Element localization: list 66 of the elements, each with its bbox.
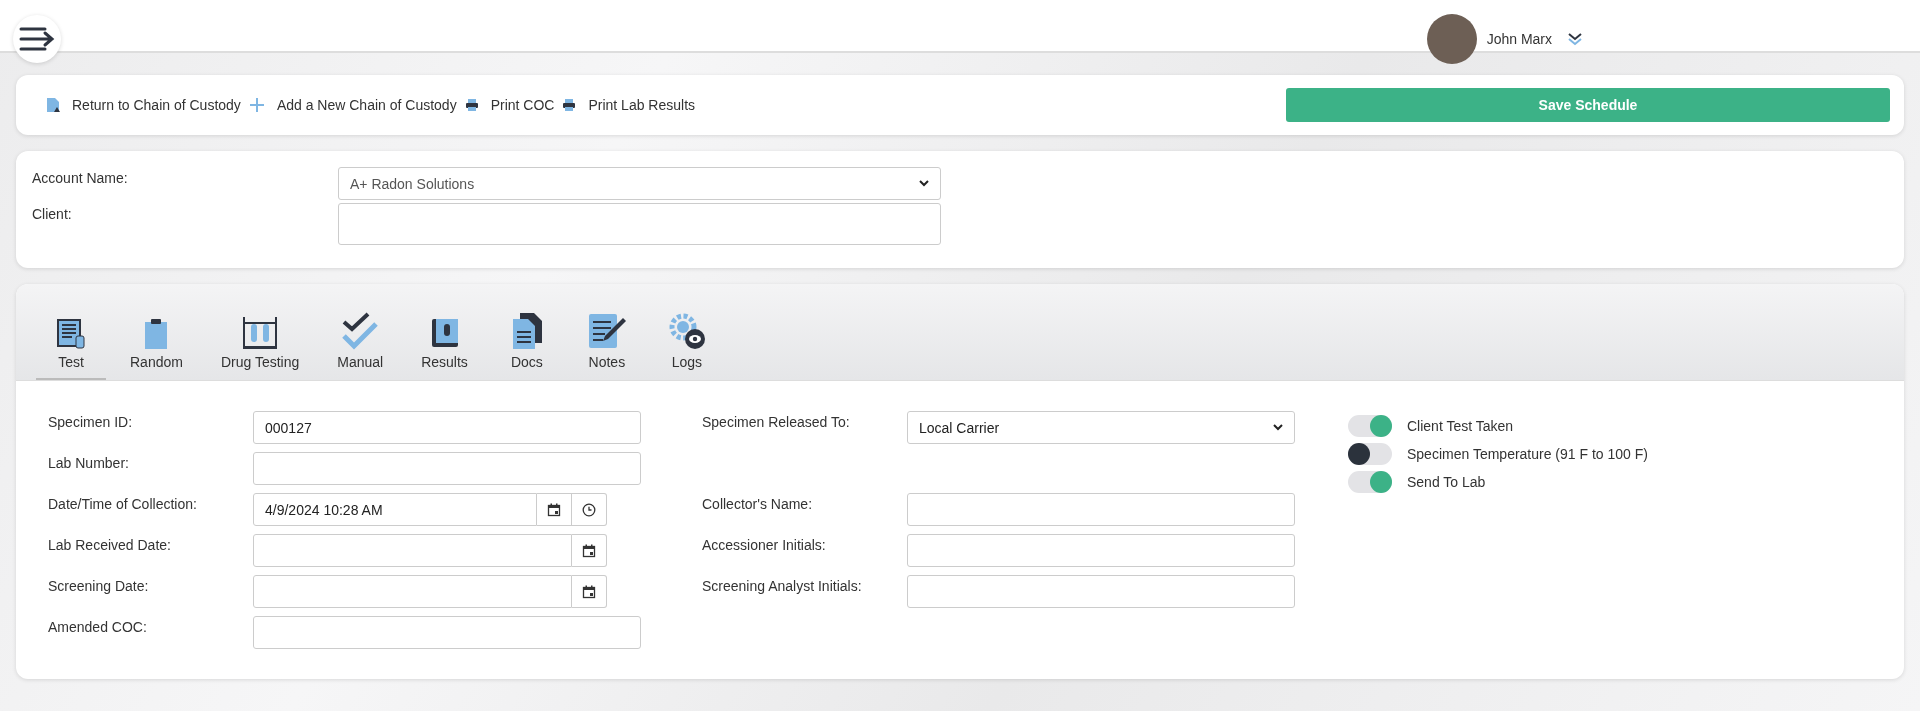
text-field[interactable] [907,534,1295,567]
toolbar-link[interactable]: Return to Chain of Custody [46,97,241,113]
field-label: Date/Time of Collection: [48,495,198,514]
tab[interactable]: Docs [491,306,562,380]
select-value: A+ Radon Solutions [350,175,475,192]
calendar-icon [547,502,561,517]
toggle-switch[interactable] [1348,471,1392,493]
toggle-label: Specimen Temperature (91 F to 100 F) [1407,446,1648,462]
tab[interactable]: Results [407,306,482,380]
field-label: Specimen ID: [48,413,134,432]
calendar-icon [582,543,596,558]
clock-icon [582,502,596,517]
toolbar-link[interactable]: Print COC [464,97,555,113]
document-tablet-icon [54,316,88,350]
double-check-icon [340,312,381,350]
notepad-pencil-icon [586,312,627,350]
toggle-label: Client Test Taken [1407,418,1514,434]
user-name[interactable]: John Marx [1486,31,1552,47]
select-value: Local Carrier [919,419,1000,436]
chevron-down-icon[interactable] [1568,32,1582,46]
toggle-switch[interactable] [1348,415,1392,437]
text-field[interactable] [253,452,641,485]
select-field[interactable]: Local Carrier [907,411,1295,444]
calendar-icon [582,584,596,599]
field-label: Specimen Released To: [702,413,851,432]
field-label: Accessioner Initials: [702,536,827,555]
date-field[interactable] [253,534,572,567]
tab[interactable]: Notes [571,306,642,380]
menu-button[interactable] [13,15,61,63]
field-label: Lab Number: [48,454,130,473]
field-label: Amended COC: [48,618,148,637]
toolbar-link[interactable]: Print Lab Results [562,97,696,113]
field-label: Screening Analyst Initials: [702,577,863,596]
text-field[interactable] [338,203,941,245]
calendar-button[interactable] [572,575,607,608]
text-field[interactable] [253,616,641,649]
field-label: Collector's Name: [702,495,814,514]
text-field[interactable] [907,493,1295,526]
tab[interactable]: Random [116,306,197,380]
menu-icon [19,26,55,52]
chevron-down-icon [1273,424,1283,431]
calendar-button[interactable] [537,493,572,526]
tab[interactable]: Logs [651,306,722,380]
printer-icon [562,98,577,112]
plus-icon [248,97,265,113]
printer-icon [464,98,479,112]
document-icon [46,97,60,113]
select-field[interactable]: A+ Radon Solutions [338,167,941,200]
date-field[interactable]: 4/9/2024 10:28 AM [253,493,537,526]
toolbar-link[interactable]: Add a New Chain of Custody [248,97,457,113]
field-label: Screening Date: [48,577,150,596]
tab[interactable]: Drug Testing [206,306,314,380]
tab[interactable]: Test [36,306,106,380]
field-label: Client: [32,205,73,224]
chevron-down-icon [919,180,929,187]
toggle-label: Send To Lab [1407,474,1486,490]
field-label: Account Name: [32,169,129,188]
avatar[interactable] [1426,14,1477,64]
text-field[interactable]: 000127 [253,411,641,444]
time-button[interactable] [572,493,607,526]
text-field[interactable] [907,575,1295,608]
calendar-button[interactable] [572,534,607,567]
tab[interactable]: Manual [323,306,398,380]
date-field[interactable] [253,575,572,608]
field-label: Lab Received Date: [48,536,172,555]
toggle-switch[interactable] [1348,443,1392,465]
